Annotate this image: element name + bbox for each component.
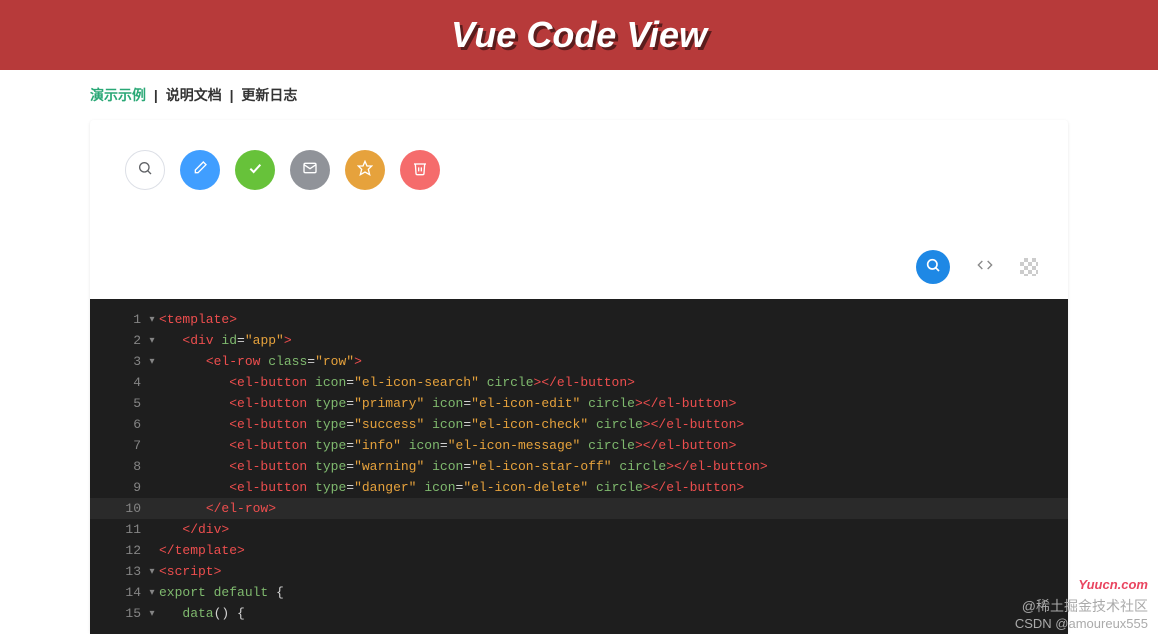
line-number: 4: [90, 375, 145, 390]
line-number: 12: [90, 543, 145, 558]
code-line[interactable]: 12 </template>: [90, 540, 1068, 561]
search-icon: [925, 257, 941, 278]
line-number: 8: [90, 459, 145, 474]
fold-icon[interactable]: ▾: [145, 608, 159, 620]
header: Vue Code View: [0, 0, 1158, 70]
code-line[interactable]: 14▾export default {: [90, 582, 1068, 603]
line-number: 13: [90, 564, 145, 579]
code-content: <div id="app">: [159, 333, 1068, 348]
star-button[interactable]: [345, 150, 385, 190]
fold-icon[interactable]: ▾: [145, 587, 159, 599]
code-editor[interactable]: 1▾<template>2▾ <div id="app">3▾ <el-row …: [90, 299, 1068, 634]
fold-icon[interactable]: ▾: [145, 314, 159, 326]
code-content: <el-button icon="el-icon-search" circle>…: [159, 375, 1068, 390]
code-content: <el-button type="danger" icon="el-icon-d…: [159, 480, 1068, 495]
code-line[interactable]: 11 </div>: [90, 519, 1068, 540]
line-number: 5: [90, 396, 145, 411]
preview-area: [90, 120, 1068, 240]
line-number: 14: [90, 585, 145, 600]
message-icon: [302, 160, 318, 181]
code-content: <script>: [159, 564, 1068, 579]
fold-icon[interactable]: ▾: [145, 566, 159, 578]
code-content: <el-button type="info" icon="el-icon-mes…: [159, 438, 1068, 453]
tab-docs[interactable]: 说明文档: [166, 87, 222, 103]
watermark-site: Yuucn.com: [1015, 577, 1148, 592]
line-number: 3: [90, 354, 145, 369]
code-content: <el-button type="primary" icon="el-icon-…: [159, 396, 1068, 411]
delete-icon: [412, 160, 428, 181]
check-icon: [247, 160, 263, 181]
tab-changelog[interactable]: 更新日志: [241, 87, 297, 103]
code-content: <el-button type="warning" icon="el-icon-…: [159, 459, 1068, 474]
code-line[interactable]: 15▾ data() {: [90, 603, 1068, 624]
edit-icon: [192, 160, 208, 181]
search-icon: [137, 160, 153, 181]
line-number: 6: [90, 417, 145, 432]
code-toggle-button[interactable]: [968, 250, 1002, 284]
line-number: 11: [90, 522, 145, 537]
line-number: 1: [90, 312, 145, 327]
code-content: <el-row class="row">: [159, 354, 1068, 369]
code-content: </div>: [159, 522, 1068, 537]
nav-tabs: 演示示例 | 说明文档 | 更新日志: [0, 70, 1158, 120]
transparency-toggle[interactable]: [1020, 258, 1038, 276]
code-icon: [977, 257, 993, 278]
code-line[interactable]: 9 <el-button type="danger" icon="el-icon…: [90, 477, 1068, 498]
search-button[interactable]: [125, 150, 165, 190]
check-button[interactable]: [235, 150, 275, 190]
code-line[interactable]: 2▾ <div id="app">: [90, 330, 1068, 351]
page-title: Vue Code View: [451, 14, 707, 56]
code-line[interactable]: 13▾<script>: [90, 561, 1068, 582]
watermarks: Yuucn.com @稀土掘金技术社区 CSDN @amoureux555: [1015, 577, 1148, 631]
code-content: </el-row>: [159, 501, 1068, 516]
star-icon: [357, 160, 373, 181]
demo-card: 1▾<template>2▾ <div id="app">3▾ <el-row …: [90, 120, 1068, 634]
line-number: 15: [90, 606, 145, 621]
message-button[interactable]: [290, 150, 330, 190]
fold-icon[interactable]: ▾: [145, 335, 159, 347]
line-number: 10: [90, 501, 145, 516]
line-number: 9: [90, 480, 145, 495]
edit-button[interactable]: [180, 150, 220, 190]
editor-toolbar: [90, 240, 1068, 299]
delete-button[interactable]: [400, 150, 440, 190]
code-line[interactable]: 4 <el-button icon="el-icon-search" circl…: [90, 372, 1068, 393]
code-content: </template>: [159, 543, 1068, 558]
code-content: export default {: [159, 585, 1068, 600]
code-line[interactable]: 10 </el-row>: [90, 498, 1068, 519]
code-line[interactable]: 3▾ <el-row class="row">: [90, 351, 1068, 372]
code-content: <template>: [159, 312, 1068, 327]
line-number: 7: [90, 438, 145, 453]
code-line[interactable]: 6 <el-button type="success" icon="el-ico…: [90, 414, 1068, 435]
code-content: data() {: [159, 606, 1068, 621]
watermark-csdn: CSDN @amoureux555: [1015, 616, 1148, 631]
watermark-juejin: @稀土掘金技术社区: [1015, 596, 1148, 616]
separator: |: [226, 87, 238, 103]
code-line[interactable]: 8 <el-button type="warning" icon="el-ico…: [90, 456, 1068, 477]
code-line[interactable]: 5 <el-button type="primary" icon="el-ico…: [90, 393, 1068, 414]
code-line[interactable]: 1▾<template>: [90, 309, 1068, 330]
line-number: 2: [90, 333, 145, 348]
code-content: <el-button type="success" icon="el-icon-…: [159, 417, 1068, 432]
fold-icon[interactable]: ▾: [145, 356, 159, 368]
separator: |: [150, 87, 162, 103]
tab-demo[interactable]: 演示示例: [90, 87, 146, 103]
zoom-button[interactable]: [916, 250, 950, 284]
code-line[interactable]: 7 <el-button type="info" icon="el-icon-m…: [90, 435, 1068, 456]
